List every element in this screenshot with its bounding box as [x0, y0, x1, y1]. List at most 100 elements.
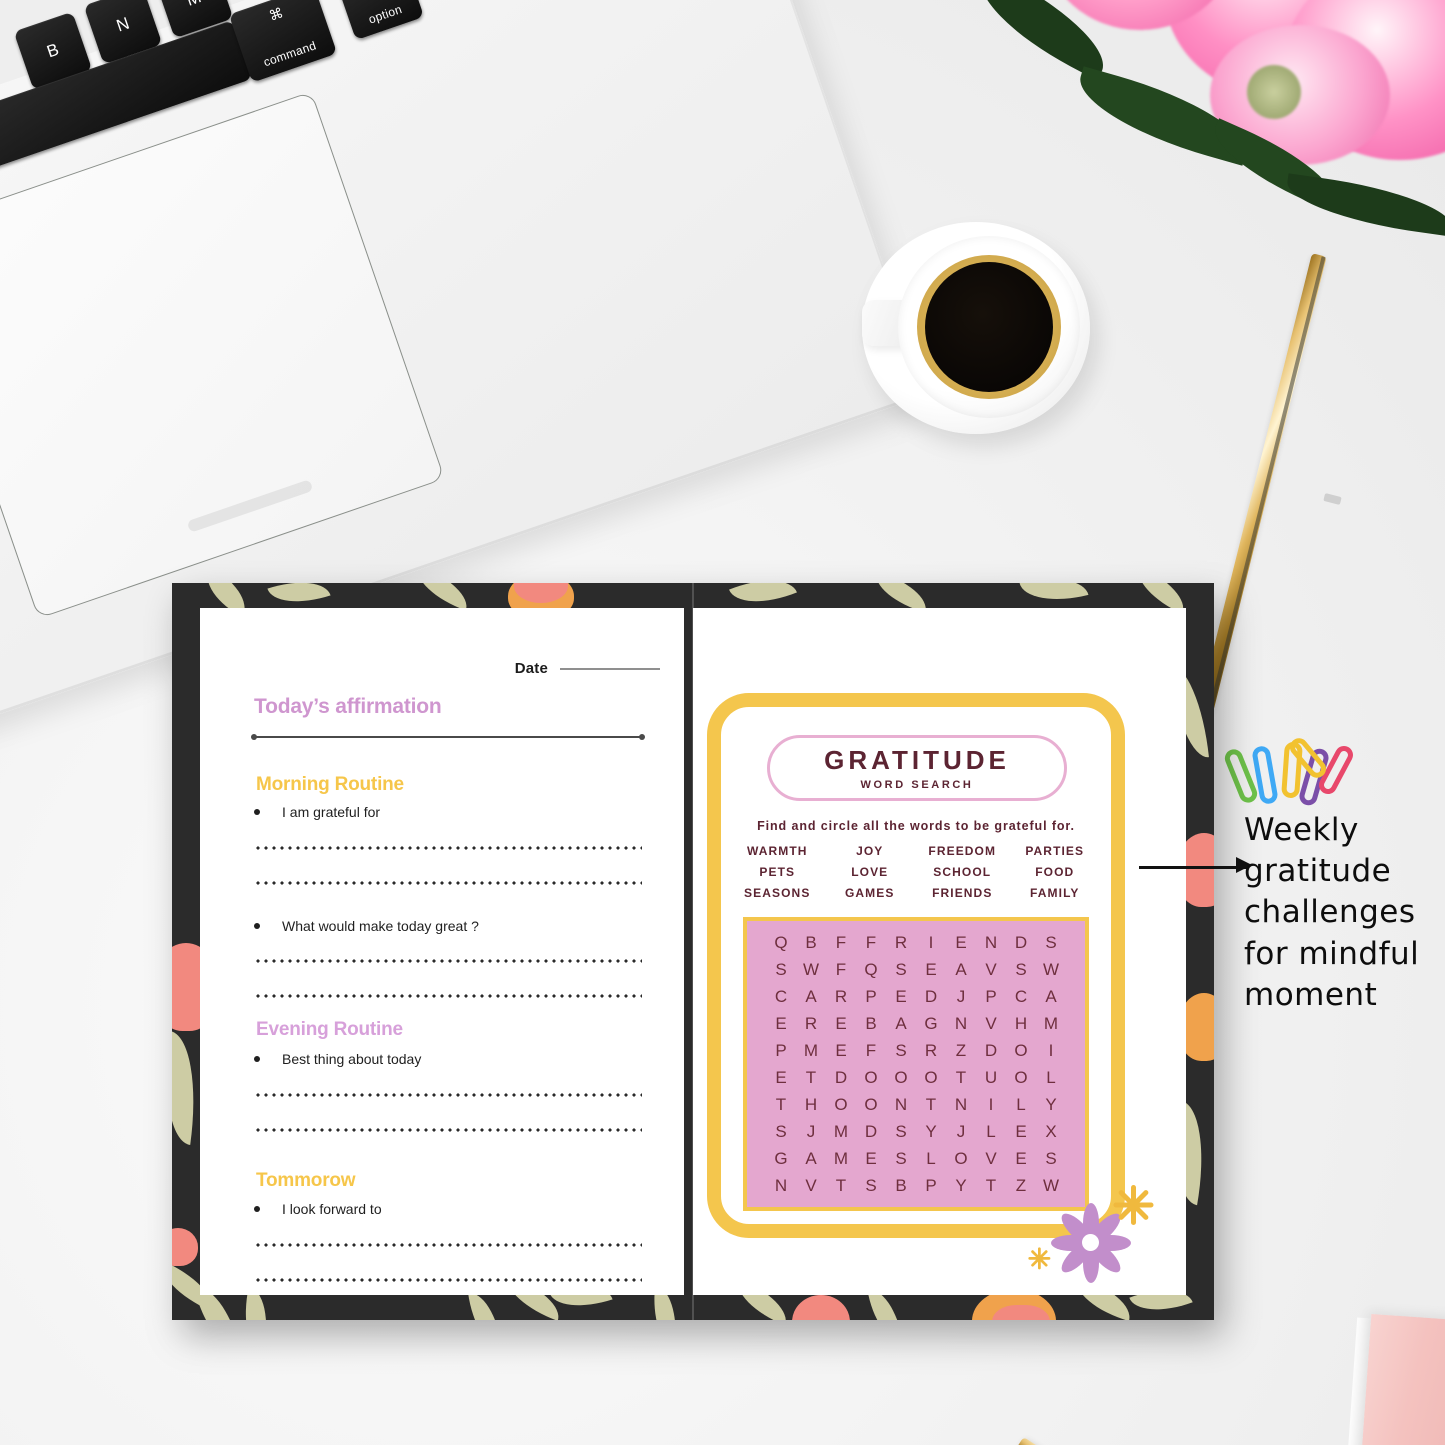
grid-cell-r6-c1[interactable]: H	[796, 1091, 826, 1118]
grid-cell-r8-c6[interactable]: O	[946, 1145, 976, 1172]
write-line[interactable]	[254, 1128, 642, 1132]
write-line[interactable]	[254, 994, 642, 998]
grid-cell-r8-c1[interactable]: A	[796, 1145, 826, 1172]
grid-cell-r0-c1[interactable]: B	[796, 929, 826, 956]
grid-cell-r3-c5[interactable]: G	[916, 1010, 946, 1037]
grid-cell-r2-c9[interactable]: A	[1036, 983, 1066, 1010]
date-write-line[interactable]	[560, 667, 660, 670]
grid-cell-r0-c0[interactable]: Q	[766, 929, 796, 956]
grid-cell-r7-c4[interactable]: S	[886, 1118, 916, 1145]
grid-cell-r0-c4[interactable]: R	[886, 929, 916, 956]
grid-cell-r1-c4[interactable]: S	[886, 956, 916, 983]
grid-cell-r0-c8[interactable]: D	[1006, 929, 1036, 956]
grid-cell-r9-c3[interactable]: S	[856, 1172, 886, 1199]
grid-cell-r1-c6[interactable]: A	[946, 956, 976, 983]
grid-cell-r0-c3[interactable]: F	[856, 929, 886, 956]
grid-cell-r6-c0[interactable]: T	[766, 1091, 796, 1118]
grid-cell-r3-c1[interactable]: R	[796, 1010, 826, 1037]
grid-cell-r1-c1[interactable]: W	[796, 956, 826, 983]
grid-cell-r7-c2[interactable]: M	[826, 1118, 856, 1145]
grid-cell-r5-c1[interactable]: T	[796, 1064, 826, 1091]
write-line[interactable]	[254, 846, 642, 850]
grid-cell-r8-c7[interactable]: V	[976, 1145, 1006, 1172]
grid-cell-r5-c5[interactable]: O	[916, 1064, 946, 1091]
grid-cell-r6-c5[interactable]: T	[916, 1091, 946, 1118]
grid-cell-r4-c0[interactable]: P	[766, 1037, 796, 1064]
grid-cell-r5-c0[interactable]: E	[766, 1064, 796, 1091]
grid-cell-r5-c7[interactable]: U	[976, 1064, 1006, 1091]
write-line[interactable]	[254, 881, 642, 885]
grid-cell-r4-c6[interactable]: Z	[946, 1037, 976, 1064]
affirmation-write-line[interactable]	[251, 734, 645, 740]
date-field[interactable]: Date	[515, 660, 660, 677]
grid-cell-r4-c2[interactable]: E	[826, 1037, 856, 1064]
grid-cell-r5-c3[interactable]: O	[856, 1064, 886, 1091]
grid-cell-r0-c2[interactable]: F	[826, 929, 856, 956]
grid-cell-r9-c7[interactable]: T	[976, 1172, 1006, 1199]
grid-cell-r9-c2[interactable]: T	[826, 1172, 856, 1199]
grid-cell-r8-c9[interactable]: S	[1036, 1145, 1066, 1172]
grid-cell-r4-c5[interactable]: R	[916, 1037, 946, 1064]
grid-cell-r2-c4[interactable]: E	[886, 983, 916, 1010]
grid-cell-r1-c9[interactable]: W	[1036, 956, 1066, 983]
write-line[interactable]	[254, 1243, 642, 1247]
grid-cell-r7-c8[interactable]: E	[1006, 1118, 1036, 1145]
grid-cell-r8-c2[interactable]: M	[826, 1145, 856, 1172]
grid-cell-r3-c2[interactable]: E	[826, 1010, 856, 1037]
grid-cell-r2-c8[interactable]: C	[1006, 983, 1036, 1010]
grid-cell-r9-c6[interactable]: Y	[946, 1172, 976, 1199]
grid-cell-r3-c8[interactable]: H	[1006, 1010, 1036, 1037]
grid-cell-r5-c2[interactable]: D	[826, 1064, 856, 1091]
grid-cell-r7-c0[interactable]: S	[766, 1118, 796, 1145]
grid-cell-r2-c5[interactable]: D	[916, 983, 946, 1010]
grid-cell-r9-c9[interactable]: W	[1036, 1172, 1066, 1199]
grid-cell-r5-c9[interactable]: L	[1036, 1064, 1066, 1091]
grid-cell-r8-c4[interactable]: S	[886, 1145, 916, 1172]
grid-cell-r1-c5[interactable]: E	[916, 956, 946, 983]
grid-cell-r3-c9[interactable]: M	[1036, 1010, 1066, 1037]
grid-cell-r3-c7[interactable]: V	[976, 1010, 1006, 1037]
grid-cell-r9-c5[interactable]: P	[916, 1172, 946, 1199]
grid-cell-r2-c0[interactable]: C	[766, 983, 796, 1010]
grid-cell-r6-c2[interactable]: O	[826, 1091, 856, 1118]
grid-cell-r0-c6[interactable]: E	[946, 929, 976, 956]
grid-cell-r5-c4[interactable]: O	[886, 1064, 916, 1091]
grid-cell-r6-c8[interactable]: L	[1006, 1091, 1036, 1118]
grid-cell-r1-c3[interactable]: Q	[856, 956, 886, 983]
write-line[interactable]	[254, 959, 642, 963]
grid-cell-r8-c5[interactable]: L	[916, 1145, 946, 1172]
grid-cell-r4-c3[interactable]: F	[856, 1037, 886, 1064]
grid-cell-r7-c5[interactable]: Y	[916, 1118, 946, 1145]
grid-cell-r2-c7[interactable]: P	[976, 983, 1006, 1010]
grid-cell-r3-c0[interactable]: E	[766, 1010, 796, 1037]
grid-cell-r6-c3[interactable]: O	[856, 1091, 886, 1118]
grid-cell-r1-c2[interactable]: F	[826, 956, 856, 983]
grid-cell-r5-c6[interactable]: T	[946, 1064, 976, 1091]
grid-cell-r0-c7[interactable]: N	[976, 929, 1006, 956]
grid-cell-r9-c4[interactable]: B	[886, 1172, 916, 1199]
grid-cell-r6-c9[interactable]: Y	[1036, 1091, 1066, 1118]
grid-cell-r4-c7[interactable]: D	[976, 1037, 1006, 1064]
grid-cell-r2-c2[interactable]: R	[826, 983, 856, 1010]
grid-cell-r7-c7[interactable]: L	[976, 1118, 1006, 1145]
grid-cell-r2-c1[interactable]: A	[796, 983, 826, 1010]
write-line[interactable]	[254, 1278, 642, 1282]
write-line[interactable]	[254, 1093, 642, 1097]
grid-cell-r7-c6[interactable]: J	[946, 1118, 976, 1145]
grid-cell-r4-c1[interactable]: M	[796, 1037, 826, 1064]
grid-cell-r7-c9[interactable]: X	[1036, 1118, 1066, 1145]
grid-cell-r9-c0[interactable]: N	[766, 1172, 796, 1199]
grid-cell-r0-c9[interactable]: S	[1036, 929, 1066, 956]
grid-cell-r2-c6[interactable]: J	[946, 983, 976, 1010]
grid-cell-r1-c0[interactable]: S	[766, 956, 796, 983]
grid-cell-r4-c9[interactable]: I	[1036, 1037, 1066, 1064]
grid-cell-r8-c8[interactable]: E	[1006, 1145, 1036, 1172]
grid-cell-r8-c0[interactable]: G	[766, 1145, 796, 1172]
grid-cell-r5-c8[interactable]: O	[1006, 1064, 1036, 1091]
grid-cell-r3-c4[interactable]: A	[886, 1010, 916, 1037]
grid-cell-r7-c3[interactable]: D	[856, 1118, 886, 1145]
word-search-grid[interactable]: QBFFRIENDSSWFQSEAVSWCARPEDJPCAEREBAGNVHM…	[766, 929, 1066, 1199]
grid-cell-r9-c1[interactable]: V	[796, 1172, 826, 1199]
grid-cell-r3-c3[interactable]: B	[856, 1010, 886, 1037]
grid-cell-r4-c4[interactable]: S	[886, 1037, 916, 1064]
